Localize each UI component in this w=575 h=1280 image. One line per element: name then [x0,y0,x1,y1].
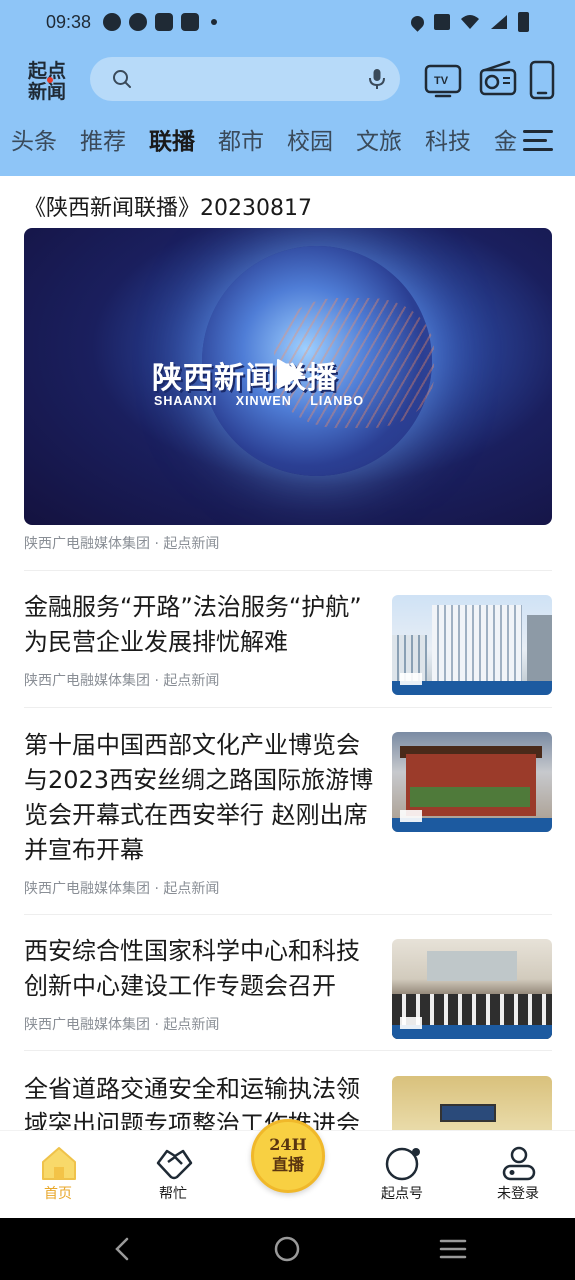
tab-culture-travel[interactable]: 文旅 [356,124,402,160]
recents-icon[interactable] [439,1238,467,1260]
nav-qidian[interactable]: 起点号 [362,1131,442,1219]
tab-campus[interactable]: 校园 [287,124,333,160]
vibrate-icon [434,14,450,30]
news-source: 陕西广电融媒体集团 · 起点新闻 [24,1017,220,1033]
nav-login[interactable]: 未登录 [478,1131,558,1219]
status-time: 09:38 [46,12,92,32]
handshake-icon [156,1149,193,1180]
play-icon[interactable] [274,358,304,390]
divider [24,570,552,571]
svg-text:起点: 起点 [28,60,66,82]
more-dot-icon [211,19,217,25]
app-logo: 起点 新闻 [27,58,76,103]
divider [24,914,552,915]
battery-icon [518,12,529,32]
divider [24,707,552,708]
news-source: 陕西广电融媒体集团 · 起点新闻 [24,881,220,897]
menu-icon[interactable] [523,128,553,154]
tab-tech[interactable]: 科技 [425,124,471,160]
nav-help[interactable]: 帮忙 [133,1131,213,1219]
nav-home-label: 首页 [44,1186,72,1202]
check-icon [129,13,147,31]
svg-text:新闻: 新闻 [28,80,66,102]
news-item[interactable]: 西安综合性国家科学中心和科技创新中心建设工作专题会召开 陕西广电融媒体集团 · … [0,934,575,1044]
svg-text:TV: TV [434,75,449,87]
home-icon [42,1147,76,1180]
system-status-icons [408,12,529,32]
news-thumbnail [392,939,552,1039]
user-icon [502,1146,536,1181]
news-thumbnail [392,732,552,832]
news-thumbnail [392,1076,552,1130]
news-title: 第十届中国西部文化产业博览会与2023西安丝绸之路国际旅游博览会开幕式在西安举行… [24,731,374,864]
news-source: 陕西广电融媒体集团 · 起点新闻 [24,673,220,689]
signal-icon [491,15,507,29]
back-icon[interactable] [112,1237,132,1261]
wifi-icon [461,15,479,29]
radio-icon[interactable] [479,60,517,100]
divider [24,1050,552,1051]
tab-lianbo[interactable]: 联播 [149,124,195,160]
home-circle-icon[interactable] [274,1236,300,1262]
tv-icon[interactable]: TV [424,60,462,100]
live-line1: 24H [269,1135,307,1154]
bottom-nav: 首页 帮忙 24H 直播 起点号 未登录 [0,1119,575,1219]
qidian-icon [385,1147,420,1181]
mic-icon[interactable] [368,68,386,90]
featured-title[interactable]: 《陕西新闻联播》20230817 [24,190,312,222]
tab-recommend[interactable]: 推荐 [80,124,126,160]
phone-icon[interactable] [529,60,555,100]
nav-login-label: 未登录 [497,1186,539,1202]
tab-city[interactable]: 都市 [218,124,264,160]
tab-headlines[interactable]: 头条 [11,124,57,160]
news-title: 金融服务“开路”法治服务“护航” 为民营企业发展排忧解难 [24,593,362,656]
app-header: 09:38 起点 新闻 TV 头条 推荐 联播 都市 校园 文旅 科技 金 [0,0,575,176]
tab-finance[interactable]: 金 [494,124,517,160]
channel-tabs: 头条 推荐 联播 都市 校园 文旅 科技 金 [0,124,575,160]
notification-icons [103,13,217,31]
mail-icon [155,13,173,31]
nav-qidian-label: 起点号 [381,1186,423,1202]
featured-video[interactable]: 陕西新闻联播 SHAANXI XINWEN LIANBO [24,228,552,525]
news-item[interactable]: 第十届中国西部文化产业博览会与2023西安丝绸之路国际旅游博览会开幕式在西安举行… [0,728,575,908]
status-bar: 09:38 [0,0,575,46]
video-title-cn: 陕西新闻联播 [152,361,338,396]
live-24h-button[interactable]: 24H 直播 [251,1119,325,1193]
mail-icon [181,13,199,31]
system-nav-bar [0,1218,575,1280]
news-title: 全省道路交通安全和运输执法领域突出问题专项整治工作推进会 [24,1075,360,1130]
nav-home[interactable]: 首页 [18,1131,98,1219]
chat-icon [103,13,121,31]
logo-mark: 起点 新闻 [27,60,66,103]
live-24h-label: 24H 直播 [254,1135,322,1175]
news-title: 西安综合性国家科学中心和科技创新中心建设工作专题会召开 [24,937,360,1000]
search-icon [113,70,131,88]
news-feed: 《陕西新闻联播》20230817 陕西新闻联播 SHAANXI XINWEN L… [0,176,575,1130]
live-line2: 直播 [271,1155,304,1174]
nav-help-label: 帮忙 [159,1186,187,1202]
news-item[interactable]: 金融服务“开路”法治服务“护航” 为民营企业发展排忧解难 陕西广电融媒体集团 ·… [0,590,575,700]
location-icon [408,12,427,32]
featured-source: 陕西广电融媒体集团 · 起点新闻 [24,536,220,552]
video-title-en: SHAANXI XINWEN LIANBO [154,394,365,408]
search-bar[interactable] [90,57,400,101]
news-thumbnail [392,595,552,695]
